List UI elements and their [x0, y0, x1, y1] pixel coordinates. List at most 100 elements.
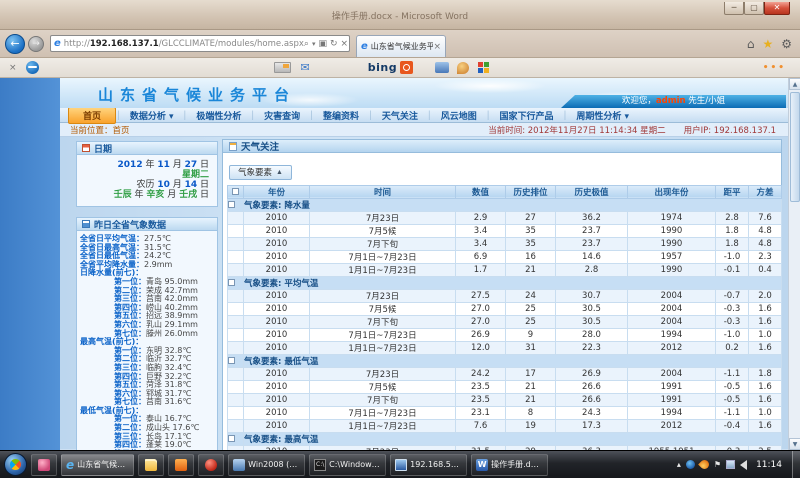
forward-button[interactable]: →: [28, 36, 44, 52]
taskbar-icon-media[interactable]: [198, 454, 224, 476]
table-cell: 1991: [628, 380, 716, 393]
nav-item-2[interactable]: 极端性分析: [187, 109, 250, 122]
group-label: 气象要素: 平均气温: [244, 276, 782, 289]
search-icon[interactable]: ⌕: [304, 39, 309, 49]
table-cell: 26.6: [556, 380, 628, 393]
group-checkbox[interactable]: [228, 279, 235, 286]
weather-panel-body: 全省日平均气温：27.5℃全省日最高气温：31.5℃全省日最低气温：24.2℃全…: [77, 231, 217, 450]
chart-icon: [82, 220, 90, 228]
table-cell: 1.8: [716, 224, 749, 237]
toolbar-logo-icon[interactable]: [26, 61, 39, 74]
ie-icon: e: [66, 459, 74, 471]
scrollbar-thumb[interactable]: [790, 92, 800, 202]
calendar-date-line: 2012 年 11 月 27 日: [81, 160, 209, 170]
more-options-icon[interactable]: •••: [763, 63, 786, 73]
taskbar-button-rdp[interactable]: 192.168.59.99...: [390, 454, 467, 476]
show-desktop-button[interactable]: [792, 451, 800, 479]
page-scrollbar[interactable]: ▲ ▼: [788, 78, 800, 450]
download-tray-icon[interactable]: [698, 458, 711, 471]
taskbar-button-word[interactable]: W操作手册.docx ...: [471, 454, 548, 476]
home-icon[interactable]: ⌂: [747, 37, 755, 51]
browser-tab[interactable]: e 山东省气候业务平... ×: [356, 35, 446, 57]
back-button[interactable]: ←: [5, 34, 25, 54]
action-center-flag-icon[interactable]: ⚑: [714, 460, 721, 469]
nav-item-5[interactable]: 天气关注: [373, 109, 427, 122]
address-bar[interactable]: e http://192.168.137.1/GLCCLIMATE/module…: [50, 35, 350, 52]
nav-item-3[interactable]: 灾害查询: [255, 109, 309, 122]
select-all-checkbox[interactable]: [232, 188, 239, 195]
table-cell: 2010: [244, 419, 310, 432]
taskbar-icon-orange-app[interactable]: [168, 454, 194, 476]
table-cell: 2010: [244, 367, 310, 380]
taskbar-icon-folder[interactable]: [138, 454, 164, 476]
table-cell: 7月1日~7月23日: [310, 328, 456, 341]
network-tray-icon[interactable]: [726, 460, 735, 469]
group-label: 气象要素: 最高气温: [244, 432, 782, 445]
favorites-icon[interactable]: ★: [762, 37, 773, 51]
group-checkbox[interactable]: [228, 201, 235, 208]
mail-icon[interactable]: ✉: [301, 61, 310, 74]
maximize-button[interactable]: ▢: [744, 2, 764, 15]
nav-item-0[interactable]: 首页: [68, 107, 116, 124]
volume-tray-icon[interactable]: [740, 460, 747, 470]
taskbar-clock[interactable]: 11:14: [756, 460, 782, 470]
table-cell: 7.6: [749, 211, 782, 224]
stop-icon[interactable]: ×: [341, 39, 349, 49]
taskbar-button-ie[interactable]: e山东省气候业...: [61, 454, 134, 476]
group-row: 气象要素: 平均气温: [228, 276, 782, 289]
group-checkbox[interactable]: [228, 435, 235, 442]
table-cell: -0.5: [716, 393, 749, 406]
tools-gear-icon[interactable]: ⚙: [781, 37, 792, 51]
table-cell: 0.4: [749, 263, 782, 276]
scroll-down-icon[interactable]: ▼: [789, 438, 800, 450]
table-cell: 27.0: [456, 302, 506, 315]
nav-item-6[interactable]: 风云地图: [432, 109, 486, 122]
table-row: 20101月1日~7月23日1.7212.81990-0.10.4: [228, 263, 782, 276]
sidebar: 日期 2012 年 11 月 27 日 星期二 农历 10 月 14 日 壬辰 …: [76, 141, 218, 450]
toolbar-app-icon[interactable]: [435, 62, 449, 73]
table-cell: 7月下旬: [310, 237, 456, 250]
table-cell: 26.9: [556, 367, 628, 380]
toolbar-close-icon[interactable]: ×: [9, 63, 17, 73]
welcome-username: admin: [656, 96, 686, 106]
element-filter-button[interactable]: 气象要素 ▲: [229, 165, 292, 180]
table-cell: 2010: [244, 250, 310, 263]
start-button[interactable]: [4, 453, 27, 476]
table-cell: 1991: [628, 393, 716, 406]
table-cell: 26.6: [556, 393, 628, 406]
hidden-icons-icon[interactable]: ▴: [677, 460, 681, 469]
table-row: 20107月1日~7月23日23.1824.31994-1.11.0: [228, 406, 782, 419]
card-icon[interactable]: [274, 62, 291, 73]
bing-search-icon[interactable]: [400, 61, 413, 74]
toolbar-pet-icon[interactable]: [457, 62, 469, 74]
compatibility-icon[interactable]: ▣: [318, 39, 327, 49]
close-button[interactable]: ✕: [764, 2, 790, 15]
table-cell: 1.6: [749, 393, 782, 406]
nav-item-8[interactable]: 周期性分析 ▾: [567, 109, 638, 122]
taskbar-icon-pink-app[interactable]: [31, 454, 57, 476]
filter-button-label: 气象要素: [238, 166, 272, 178]
table-cell: 23.5: [456, 393, 506, 406]
table-cell: -0.7: [716, 289, 749, 302]
taskbar-button-label: 山东省气候业...: [77, 459, 129, 470]
taskbar-button-app[interactable]: Win2008 (VS2...: [228, 454, 305, 476]
tab-close-icon[interactable]: ×: [433, 42, 441, 52]
nav-item-1[interactable]: 数据分析 ▾: [121, 109, 183, 122]
table-cell: 2010: [244, 341, 310, 354]
toolbar-games-icon[interactable]: [477, 62, 489, 74]
minimize-button[interactable]: ─: [724, 2, 744, 15]
nav-item-4[interactable]: 整编资料: [314, 109, 368, 122]
antivirus-tray-icon[interactable]: [686, 460, 695, 469]
group-checkbox[interactable]: [228, 357, 235, 364]
app-icon: [233, 459, 245, 471]
search-dropdown-icon[interactable]: ▾: [312, 40, 316, 48]
nav-item-7[interactable]: 国家下行产品: [491, 109, 563, 122]
taskbar-button-cmd[interactable]: C:\C:\Windows\s...: [309, 454, 386, 476]
bing-search[interactable]: bing: [368, 61, 413, 74]
table-cell: -0.3: [716, 315, 749, 328]
column-header: 历史排位: [506, 185, 556, 198]
scroll-up-icon[interactable]: ▲: [789, 78, 800, 90]
document-icon: [229, 142, 237, 151]
calendar-panel-header: 日期: [77, 142, 217, 155]
refresh-icon[interactable]: ↻: [330, 39, 338, 49]
